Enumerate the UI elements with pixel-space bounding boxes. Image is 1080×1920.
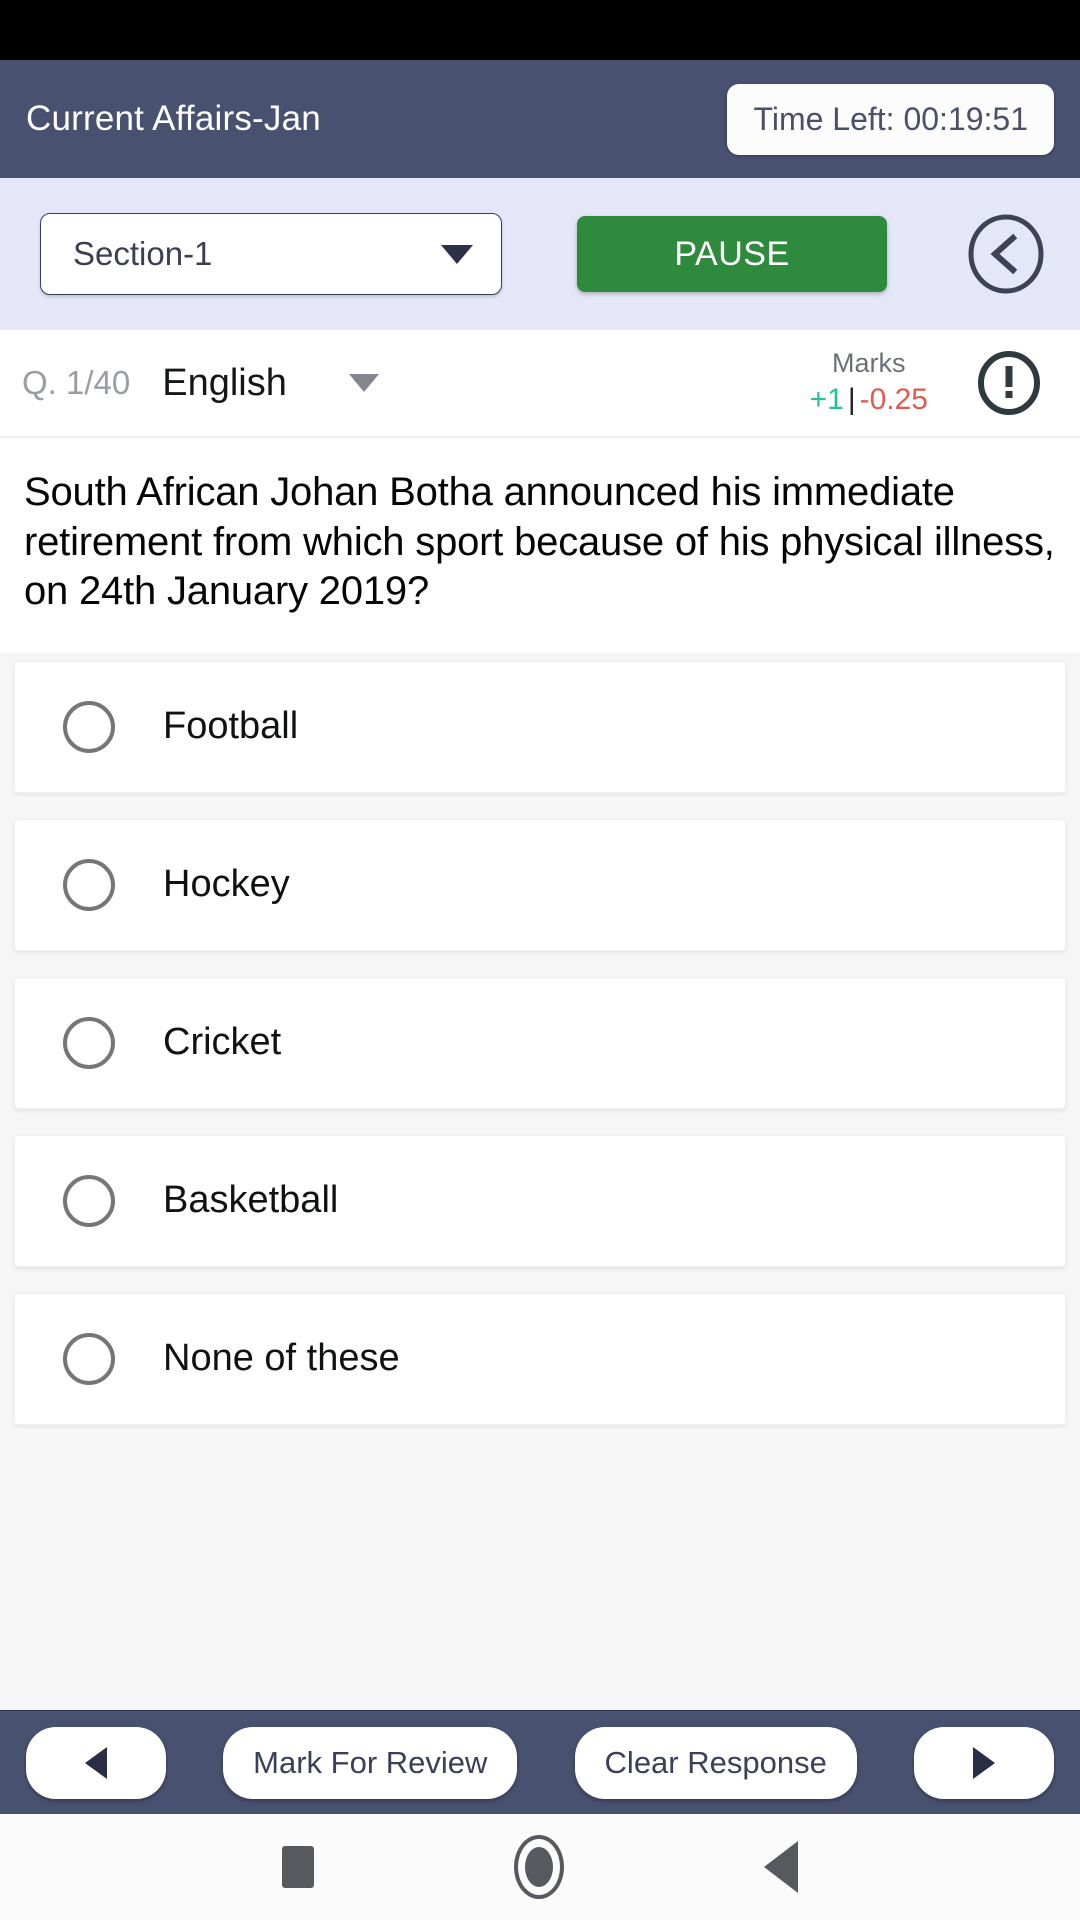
language-dropdown-label: English: [162, 361, 287, 404]
language-dropdown[interactable]: English: [162, 362, 379, 405]
marks-negative: -0.25: [859, 383, 928, 417]
triangle-back-icon[interactable]: [764, 1841, 798, 1893]
radio-icon[interactable]: [63, 858, 115, 911]
question-index: Q. 1/40: [22, 364, 131, 401]
option-label: Basketball: [163, 1179, 339, 1222]
marks-positive: +1: [809, 383, 844, 417]
section-dropdown-label: Section-1: [73, 235, 213, 272]
mark-for-review-button[interactable]: Mark For Review: [223, 1726, 518, 1799]
app-header: Current Affairs-Jan Time Left: 00:19:51: [0, 60, 1080, 178]
options-list: Football Hockey Cricket Basketball None …: [0, 652, 1080, 1710]
option-label: None of these: [163, 1337, 400, 1380]
pause-button[interactable]: PAUSE: [577, 216, 887, 292]
option-item[interactable]: Basketball: [14, 1134, 1066, 1267]
option-label: Hockey: [163, 863, 290, 906]
android-nav-bar: [0, 1814, 1080, 1920]
status-bar: [0, 0, 1080, 60]
option-item[interactable]: Football: [14, 660, 1066, 793]
square-icon[interactable]: [282, 1846, 314, 1888]
question-text: South African Johan Botha announced his …: [24, 470, 1055, 614]
radio-icon[interactable]: [63, 700, 115, 753]
option-item[interactable]: None of these: [14, 1292, 1066, 1425]
clear-response-button[interactable]: Clear Response: [574, 1726, 857, 1799]
triangle-right-icon: [972, 1746, 995, 1779]
chevron-left-circle-icon[interactable]: [962, 210, 1050, 298]
option-item[interactable]: Cricket: [14, 976, 1066, 1109]
previous-question-button[interactable]: [26, 1726, 166, 1799]
section-dropdown[interactable]: Section-1: [40, 213, 502, 295]
marks-separator: |: [847, 383, 856, 417]
exclamation-circle-icon[interactable]: [974, 348, 1044, 418]
question-meta-bar: Q. 1/40 English Marks +1 | -0.25: [0, 330, 1080, 438]
option-label: Cricket: [163, 1021, 282, 1064]
app-screen: Current Affairs-Jan Time Left: 00:19:51 …: [0, 0, 1080, 1920]
chevron-down-icon: [441, 244, 473, 264]
option-label: Football: [163, 705, 299, 748]
question-container: South African Johan Botha announced his …: [0, 438, 1080, 653]
chevron-down-icon: [348, 374, 379, 392]
marks-label: Marks: [832, 348, 906, 379]
marks-values: +1 | -0.25: [810, 381, 928, 419]
next-question-button[interactable]: [913, 1726, 1054, 1799]
question-action-bar: Mark For Review Clear Response: [0, 1710, 1080, 1814]
radio-icon[interactable]: [63, 1174, 115, 1227]
timer-display: Time Left: 00:19:51: [727, 83, 1054, 155]
circle-icon-inner: [525, 1847, 553, 1887]
triangle-left-icon: [85, 1746, 107, 1779]
circle-icon[interactable]: [514, 1835, 564, 1899]
option-item[interactable]: Hockey: [14, 818, 1066, 951]
section-toolbar: Section-1 PAUSE: [0, 178, 1080, 330]
page-title: Current Affairs-Jan: [26, 99, 321, 138]
radio-icon[interactable]: [63, 1332, 115, 1385]
radio-icon[interactable]: [63, 1016, 115, 1069]
marks-info: Marks +1 | -0.25: [810, 347, 928, 418]
